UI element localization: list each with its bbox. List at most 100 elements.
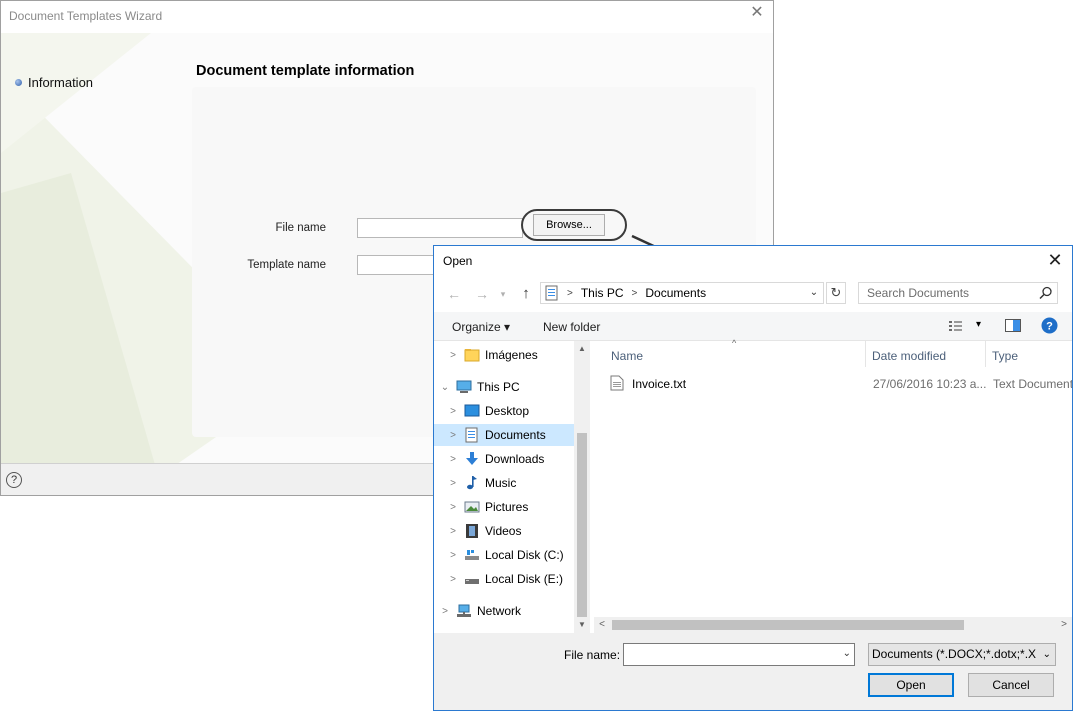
expand-chevron-icon[interactable]: > [448, 502, 458, 513]
column-divider[interactable] [985, 341, 986, 367]
column-header-type[interactable]: Type [992, 349, 1018, 363]
nav-item-imagenes[interactable]: > Imágenes [434, 344, 588, 366]
address-dropdown-icon[interactable]: ⌄ [807, 286, 821, 300]
nav-item-local-disk-e[interactable]: > Local Disk (E:) [434, 568, 588, 590]
scroll-left-icon[interactable]: < [594, 617, 610, 633]
dialog-bottom-bar: File name: ⌄ Documents (*.DOCX;*.dotx;*.… [434, 633, 1072, 710]
back-arrow-icon[interactable]: ← [444, 284, 464, 304]
scroll-right-icon[interactable]: > [1056, 617, 1072, 633]
nav-item-downloads[interactable]: > Downloads [434, 448, 588, 470]
new-folder-button[interactable]: New folder [543, 320, 600, 334]
expand-chevron-icon[interactable]: > [448, 406, 458, 417]
navigation-scrollbar[interactable]: ▲ ▼ [574, 341, 590, 633]
file-name-dropdown-icon[interactable]: ⌄ [843, 648, 851, 659]
scroll-up-icon[interactable]: ▲ [574, 342, 590, 356]
address-bar[interactable]: > This PC > Documents ⌄ [540, 282, 824, 304]
filter-dropdown-icon[interactable]: ⌄ [1043, 644, 1051, 665]
page-title: Document template information [196, 63, 415, 79]
help-icon[interactable]: ? [6, 472, 22, 488]
nav-item-label: Downloads [485, 452, 545, 466]
nav-item-label: Network [477, 604, 522, 618]
nav-item-documents[interactable]: > Documents [434, 424, 588, 446]
help-icon[interactable]: ? [1041, 317, 1058, 334]
breadcrumb-this-pc[interactable]: This PC [581, 286, 624, 300]
nav-item-videos[interactable]: > Videos [434, 520, 588, 542]
breadcrumb-separator-icon: > [631, 287, 638, 299]
music-icon [467, 476, 477, 490]
downloads-icon [466, 452, 478, 465]
nav-item-label: Local Disk (E:) [485, 572, 564, 586]
wizard-title: Document Templates Wizard [9, 9, 163, 23]
dialog-close-icon[interactable]: ✕ [1046, 251, 1064, 269]
scrollbar-thumb[interactable] [577, 433, 587, 617]
documents-location-icon [545, 285, 558, 301]
file-type: Text Document [993, 377, 1073, 391]
scroll-down-icon[interactable]: ▼ [574, 618, 590, 632]
recent-locations-chevron-icon[interactable]: ▾ [497, 284, 509, 304]
expand-chevron-icon[interactable]: > [448, 350, 458, 361]
svg-text:?: ? [1046, 321, 1053, 333]
nav-item-local-disk-c[interactable]: > Local Disk (C:) [434, 544, 588, 566]
file-list-horizontal-scrollbar[interactable]: < > [594, 617, 1072, 633]
view-options-icon[interactable] [948, 320, 968, 332]
file-row[interactable]: Invoice.txt 27/06/2016 10:23 a... Text D… [610, 373, 1073, 395]
nav-item-pictures[interactable]: > Pictures [434, 496, 588, 518]
file-name-input[interactable] [357, 218, 523, 238]
documents-icon [465, 427, 478, 443]
file-type-filter-value: Documents (*.DOCX;*.dotx;*.X [872, 647, 1037, 661]
expand-chevron-icon[interactable]: > [448, 526, 458, 537]
file-name-label: File name [275, 222, 327, 234]
nav-item-network[interactable]: > Network [434, 600, 580, 622]
expand-chevron-icon[interactable]: > [448, 454, 458, 465]
collapse-chevron-icon[interactable]: ⌄ [440, 382, 450, 393]
refresh-icon[interactable]: ↻ [826, 282, 846, 304]
view-dropdown-icon[interactable]: ▾ [976, 319, 981, 330]
nav-item-label: Pictures [485, 500, 529, 514]
local-disk-e-icon [465, 579, 479, 584]
search-input[interactable]: Search Documents [858, 282, 1058, 304]
sort-ascending-icon: ^ [732, 338, 737, 348]
expand-chevron-icon[interactable]: > [448, 478, 458, 489]
template-name-label: Template name [247, 259, 326, 271]
expand-chevron-icon[interactable]: > [448, 430, 458, 441]
dialog-toolbar: Organize ▾ New folder ▾ ? [434, 312, 1072, 341]
forward-arrow-icon[interactable]: → [472, 284, 492, 304]
nav-item-music[interactable]: > Music [434, 472, 588, 494]
wizard-step-information[interactable]: Information [15, 75, 93, 90]
nav-item-desktop[interactable]: > Desktop [434, 400, 588, 422]
column-header-date-modified[interactable]: Date modified [872, 349, 946, 363]
file-list: ^ Name Date modified Type Invoice.txt 27… [594, 338, 1073, 633]
step-label: Information [28, 75, 94, 90]
up-arrow-icon[interactable]: ↑ [516, 284, 536, 304]
videos-icon [466, 524, 478, 538]
dialog-title: Open [443, 254, 473, 268]
expand-chevron-icon[interactable]: > [440, 606, 450, 617]
nav-item-label: Videos [485, 524, 522, 538]
file-name-combobox[interactable]: ⌄ [623, 643, 855, 666]
step-bullet-icon [15, 79, 22, 86]
organize-button[interactable]: Organize ▾ [452, 320, 510, 334]
wizard-close-icon[interactable]: ✕ [749, 5, 765, 21]
column-header-name[interactable]: Name [611, 349, 643, 363]
nav-item-label: Music [485, 476, 517, 490]
text-file-icon [610, 375, 624, 391]
file-date: 27/06/2016 10:23 a... [873, 377, 987, 391]
browse-highlight-ring [521, 209, 627, 241]
desktop-icon [464, 404, 480, 417]
preview-pane-icon[interactable] [1005, 319, 1021, 333]
expand-chevron-icon[interactable]: > [448, 574, 458, 585]
nav-item-label: Desktop [485, 404, 530, 418]
scrollbar-thumb[interactable] [612, 620, 964, 630]
file-type-filter-select[interactable]: Documents (*.DOCX;*.dotx;*.X ⌄ [868, 643, 1056, 666]
open-button[interactable]: Open [868, 673, 954, 697]
breadcrumb-separator-icon: > [567, 287, 573, 299]
file-name-label: File name: [564, 648, 621, 662]
nav-item-label: This PC [477, 380, 520, 394]
expand-chevron-icon[interactable]: > [448, 550, 458, 561]
nav-item-this-pc[interactable]: ⌄ This PC [434, 376, 580, 398]
open-file-dialog: Open ✕ ← → ▾ ↑ > This PC > Documents ⌄ ↻… [433, 245, 1073, 711]
column-divider[interactable] [865, 341, 866, 367]
breadcrumb-documents[interactable]: Documents [645, 286, 706, 300]
file-name: Invoice.txt [632, 377, 687, 391]
cancel-button[interactable]: Cancel [968, 673, 1054, 697]
